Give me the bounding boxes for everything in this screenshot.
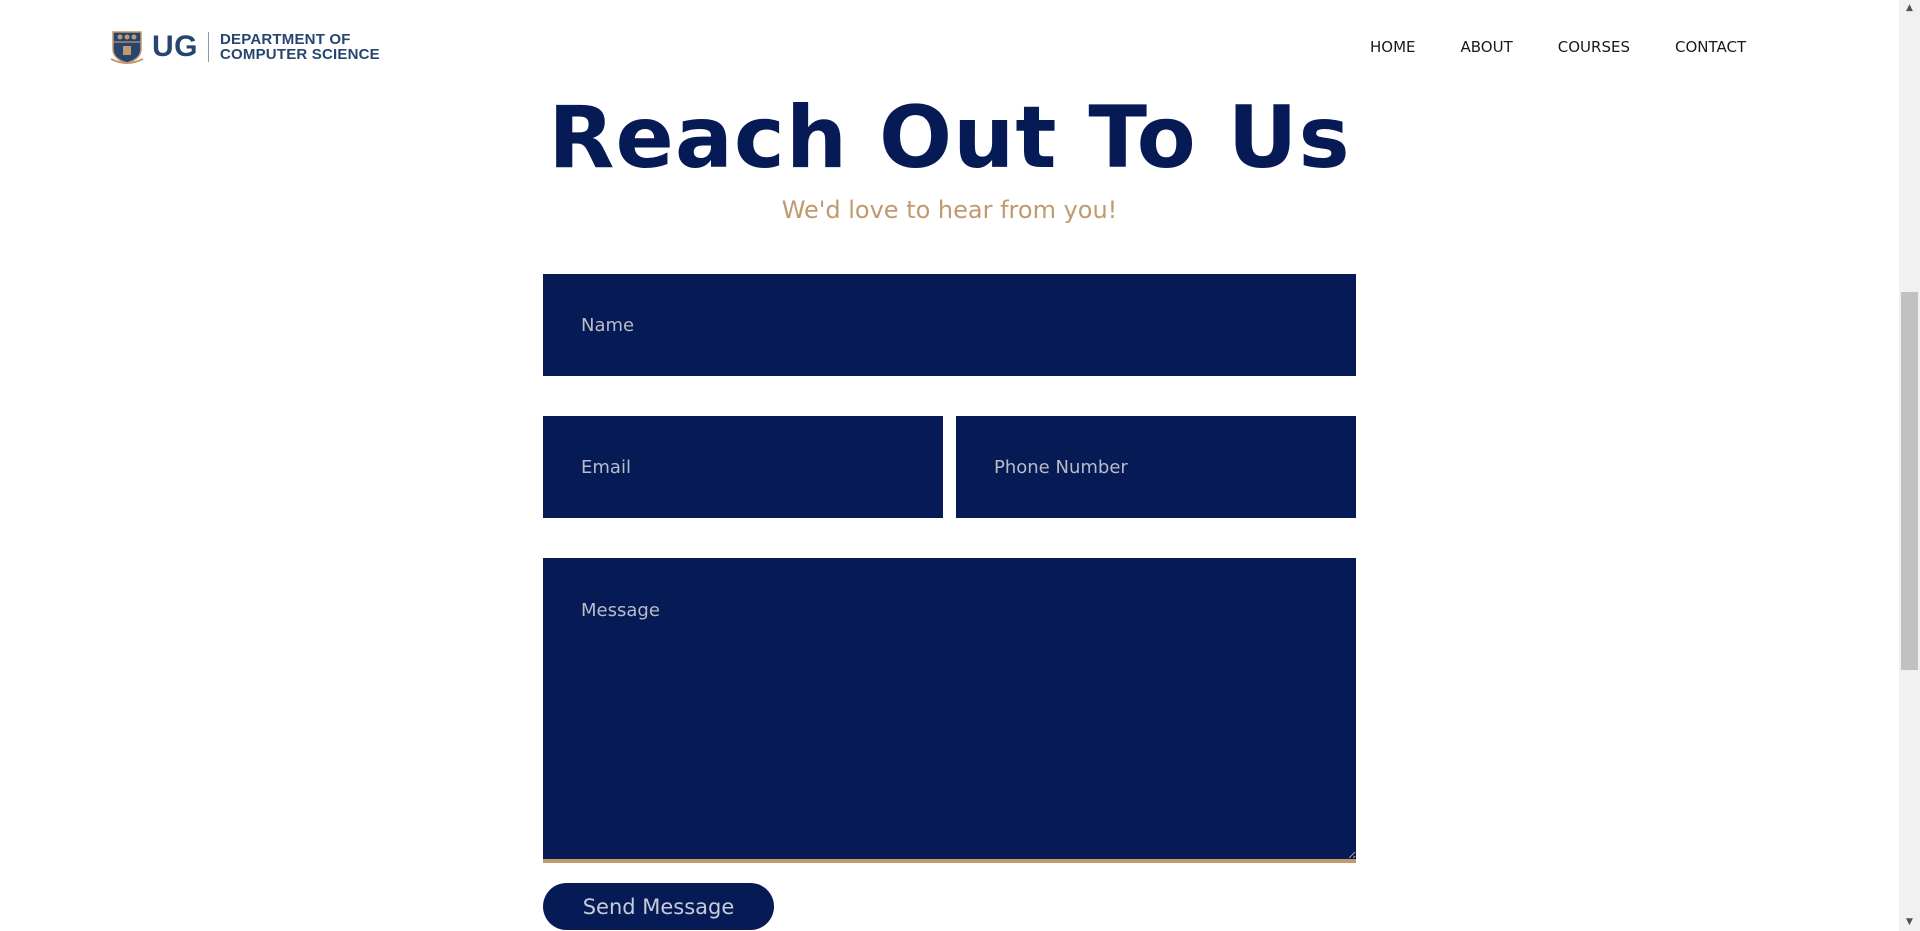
page-title: Reach Out To Us	[548, 88, 1351, 188]
phone-input[interactable]	[956, 416, 1356, 518]
page-subtitle: We'd love to hear from you!	[781, 196, 1118, 224]
logo-ug-text: UG	[152, 30, 198, 63]
message-textarea[interactable]	[543, 558, 1356, 863]
email-input[interactable]	[543, 416, 943, 518]
send-message-button[interactable]: Send Message	[543, 883, 774, 930]
scrollbar-thumb[interactable]	[1901, 292, 1918, 670]
site-logo[interactable]: UG DEPARTMENT OF COMPUTER SCIENCE	[110, 28, 380, 66]
nav-about-link[interactable]: ABOUT	[1461, 38, 1513, 56]
logo-department-text: DEPARTMENT OF COMPUTER SCIENCE	[220, 32, 380, 62]
main-nav: HOME ABOUT COURSES CONTACT	[1370, 38, 1746, 56]
vertical-scrollbar[interactable]: ▲ ▼	[1899, 0, 1920, 931]
name-input[interactable]	[543, 274, 1356, 376]
logo-line-2: COMPUTER SCIENCE	[220, 46, 380, 63]
nav-contact-link[interactable]: CONTACT	[1675, 38, 1746, 56]
arrow-down-icon[interactable]: ▼	[1899, 914, 1920, 931]
nav-courses-link[interactable]: COURSES	[1558, 38, 1630, 56]
arrow-up-icon[interactable]: ▲	[1899, 0, 1920, 17]
logo-divider	[208, 32, 209, 62]
contact-page: UG DEPARTMENT OF COMPUTER SCIENCE HOME A…	[0, 0, 1920, 931]
nav-home-link[interactable]: HOME	[1370, 38, 1416, 56]
logo-line-1: DEPARTMENT OF	[220, 31, 351, 48]
university-crest-icon	[110, 31, 144, 64]
